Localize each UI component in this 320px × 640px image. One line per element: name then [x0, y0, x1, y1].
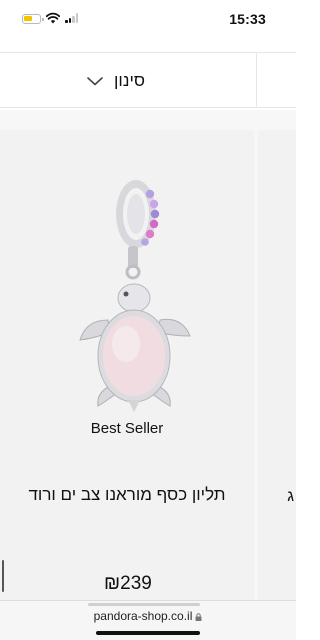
home-indicator — [96, 631, 200, 635]
lock-icon — [195, 613, 202, 621]
next-product-card[interactable]: ג — [258, 130, 296, 600]
page-scroll-bar — [88, 603, 200, 606]
filter-button[interactable]: סינון — [86, 67, 166, 95]
chevron-down-icon — [87, 77, 103, 86]
filter-bar: סינון — [0, 52, 296, 108]
filter-label: סינון — [114, 71, 146, 90]
url-text: pandora-shop.co.il — [93, 609, 193, 623]
url-display[interactable]: pandora-shop.co.il — [0, 609, 296, 623]
filter-divider — [256, 53, 257, 108]
wifi-icon — [46, 12, 60, 24]
product-grid: Best Seller תליון כסף מוראנו צב ים ורוד … — [0, 110, 296, 600]
battery-icon — [22, 14, 44, 24]
cellular-signal-icon — [65, 13, 79, 23]
browser-address-bar[interactable]: pandora-shop.co.il — [0, 600, 296, 640]
status-time: 15:33 — [229, 11, 266, 27]
status-bar: 15:33 — [0, 0, 296, 40]
next-product-title: ג — [287, 488, 294, 505]
scroll-indicator — [2, 560, 4, 592]
product-card[interactable]: Best Seller תליון כסף מוראנו צב ים ורוד … — [0, 130, 254, 600]
product-price: ₪239 — [104, 573, 152, 594]
product-title[interactable]: תליון כסף מוראנו צב ים ורוד — [0, 485, 254, 505]
product-badge: Best Seller — [90, 420, 164, 437]
product-image[interactable] — [68, 180, 198, 430]
